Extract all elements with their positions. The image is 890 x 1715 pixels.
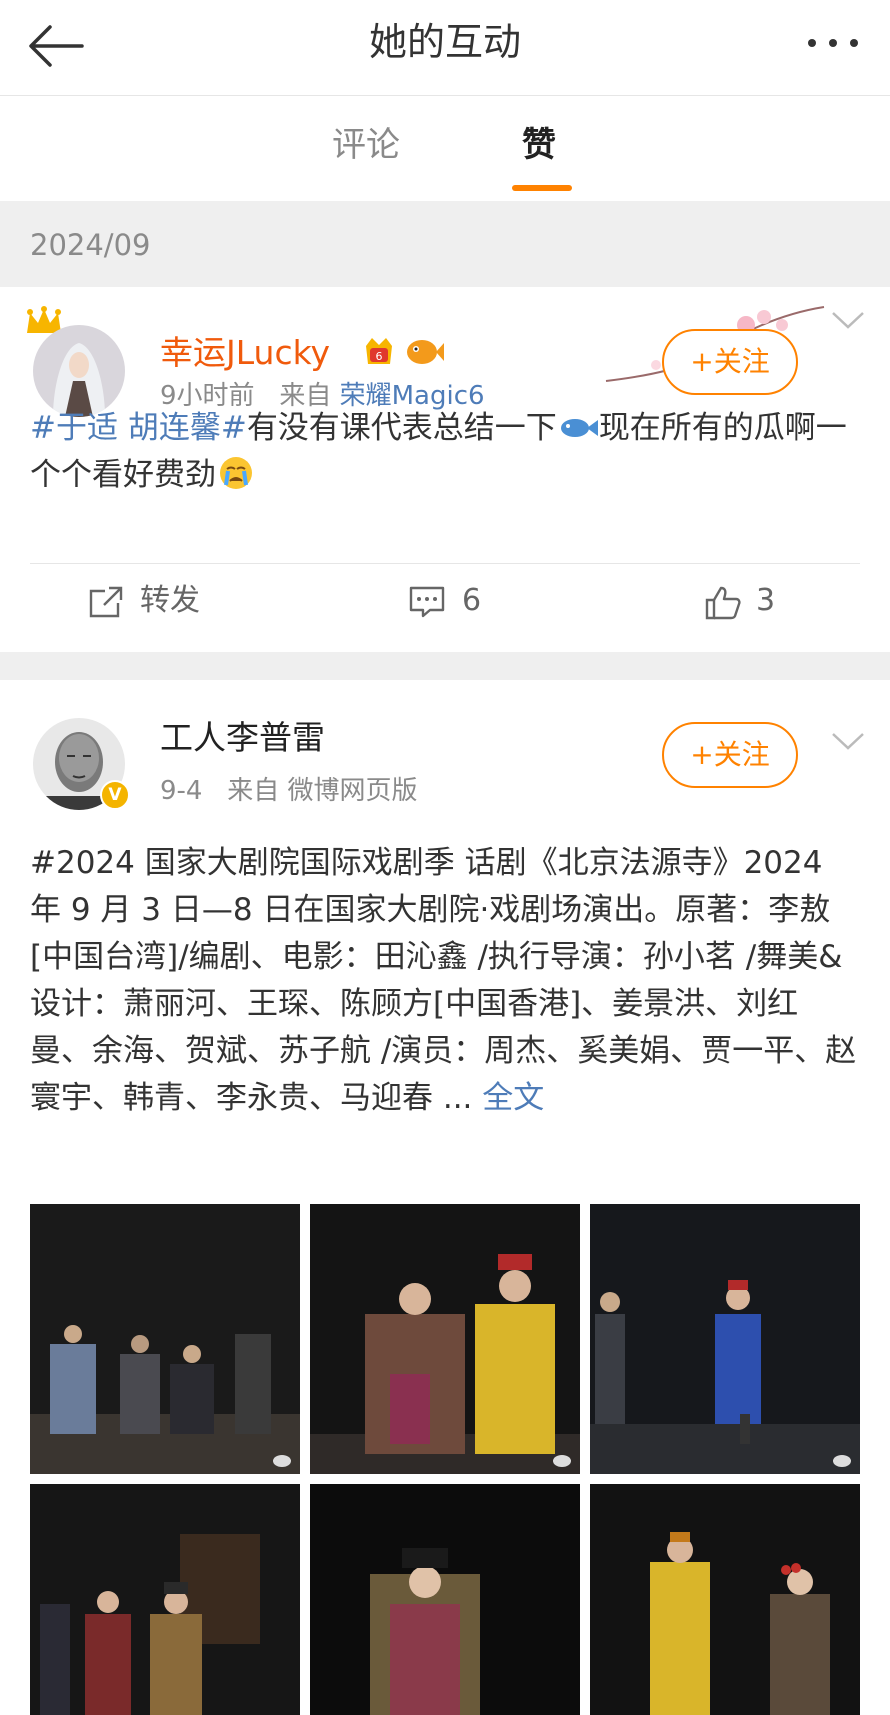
- weibo-watermark-icon: [553, 1455, 571, 1467]
- username[interactable]: 幸运JLucky: [160, 331, 330, 375]
- back-button[interactable]: [26, 22, 86, 70]
- post-time: 9-4: [160, 776, 203, 806]
- follow-button[interactable]: +关注: [662, 329, 798, 395]
- fish-emoji-icon: [560, 419, 598, 437]
- top-bar: 她的互动: [0, 0, 890, 96]
- thumbs-up-icon: [705, 586, 741, 620]
- card-separator: [0, 652, 890, 680]
- avatar-image: [33, 325, 125, 417]
- post-text-part: 有没有课代表总结一下: [246, 410, 557, 446]
- more-dots-icon: [808, 39, 858, 47]
- crying-emoji-icon: [220, 457, 252, 489]
- comment-button[interactable]: 6: [408, 577, 518, 625]
- photo-thumbnail[interactable]: [30, 1484, 300, 1715]
- month-header: 2024/09: [0, 201, 890, 287]
- photo-thumbnail[interactable]: [310, 1204, 580, 1474]
- like-button[interactable]: 3: [704, 577, 804, 625]
- post-text: #于适 胡连馨#有没有课代表总结一下 现在所有的瓜啊一个个看好费劲: [30, 405, 860, 499]
- photo-thumbnail[interactable]: [310, 1484, 580, 1715]
- comment-count: 6: [462, 583, 482, 618]
- photo-thumbnail[interactable]: [590, 1204, 860, 1474]
- tab-comments[interactable]: 评论: [332, 123, 400, 167]
- active-tab-indicator: [512, 185, 572, 191]
- tab-likes[interactable]: 赞: [522, 123, 556, 167]
- post-meta: 9-4 来自 微博网页版: [160, 774, 418, 808]
- photo-thumbnail[interactable]: [590, 1484, 860, 1715]
- repost-button[interactable]: 转发: [88, 577, 228, 625]
- verified-badge-icon: V: [100, 780, 130, 810]
- chevron-down-icon[interactable]: [830, 309, 866, 331]
- post-text: #2024 国家大剧院国际戏剧季 话剧《北京法源寺》2024 年 9 月 3 日…: [30, 840, 860, 1122]
- post-card: V 工人李普雷 9-4 来自 微博网页版 +关注 #2024 国家大剧院国际戏剧…: [0, 680, 890, 1715]
- svg-text:6: 6: [376, 350, 383, 363]
- post-card: 幸运JLucky 6 9小时前 来自 荣耀Magic6 +关注 #于适 胡连馨#…: [0, 287, 890, 652]
- repost-label: 转发: [140, 583, 200, 618]
- weibo-watermark-icon: [833, 1455, 851, 1467]
- avatar[interactable]: [33, 325, 125, 417]
- read-more-link[interactable]: 全文: [472, 1080, 544, 1116]
- hashtag-link[interactable]: #于适 胡连馨#: [30, 410, 247, 446]
- divider: [30, 563, 860, 564]
- fish-badge-icon: [407, 340, 444, 364]
- post-body: #2024 国家大剧院国际戏剧季 话剧《北京法源寺》2024 年 9 月 3 日…: [30, 845, 857, 1116]
- comment-icon: [409, 586, 445, 618]
- weibo-watermark-icon: [273, 1455, 291, 1467]
- more-options-button[interactable]: [804, 26, 862, 60]
- follow-button[interactable]: +关注: [662, 722, 798, 788]
- page-title: 她的互动: [368, 20, 521, 64]
- chevron-down-icon[interactable]: [830, 730, 866, 752]
- month-label: 2024/09: [30, 228, 151, 262]
- repost-icon: [89, 586, 123, 618]
- back-arrow-icon: [29, 25, 84, 67]
- vip-crown-badge-icon: 6: [366, 338, 392, 364]
- username[interactable]: 工人李普雷: [160, 716, 325, 760]
- source-prefix: 来自: [227, 776, 280, 806]
- photo-thumbnail[interactable]: [30, 1204, 300, 1474]
- like-count: 3: [756, 583, 776, 618]
- source-device: 微博网页版: [287, 776, 418, 806]
- tab-bar: 评论 赞: [0, 97, 890, 201]
